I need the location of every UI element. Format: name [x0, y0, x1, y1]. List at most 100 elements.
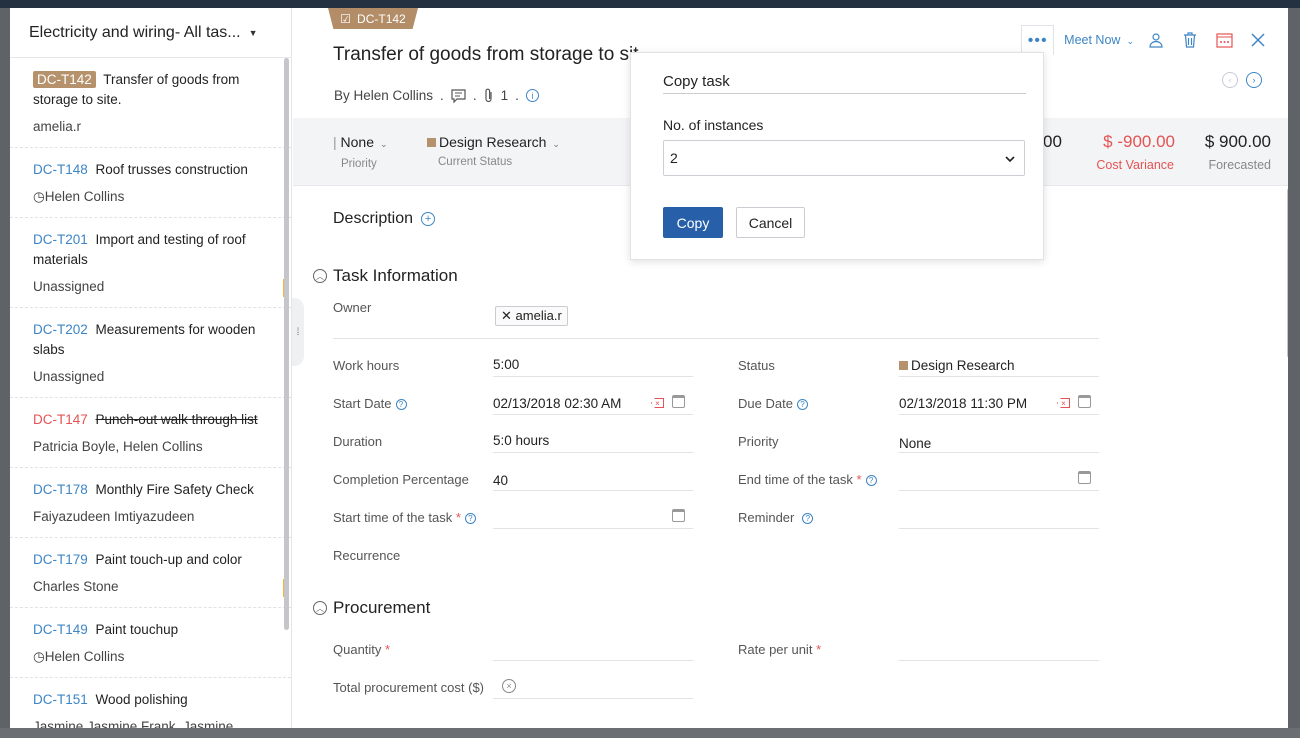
info-icon[interactable]: i: [525, 89, 539, 102]
completion-field[interactable]: 40: [493, 473, 508, 488]
remove-owner-icon[interactable]: ✕: [501, 308, 512, 323]
attachment-icon[interactable]: [484, 88, 494, 103]
calendar-icon[interactable]: [1078, 471, 1091, 484]
task-list-item[interactable]: DC-T148 Roof trusses construction ◷Helen…: [10, 148, 291, 218]
separator: .: [515, 88, 519, 103]
clear-date-icon[interactable]: ×: [651, 398, 664, 408]
created-by: By Helen Collins: [334, 88, 434, 103]
status-swatch: [899, 361, 908, 370]
forecasted-value: $ 900.00: [1204, 132, 1271, 151]
task-id-tag-label: DC-T142: [357, 11, 406, 26]
rate-label: Rate per unit *: [738, 642, 822, 657]
more-options-button[interactable]: •••: [1021, 25, 1055, 55]
calendar-icon[interactable]: [672, 509, 685, 522]
task-title: Wood polishing: [95, 692, 188, 707]
copy-button[interactable]: Copy: [663, 207, 723, 238]
copy-task-dialog: Copy task No. of instances 2 Copy Cancel: [630, 52, 1044, 260]
next-task-icon[interactable]: ›: [1246, 72, 1262, 88]
list-scrollbar[interactable]: [284, 58, 289, 630]
task-list-item[interactable]: DC-T151 Wood polishing Jasmine Jasmine F…: [10, 678, 291, 728]
completion-label: Completion Percentage: [333, 472, 469, 487]
rate-label-text: Rate per unit: [738, 642, 813, 657]
work-hours-label: Work hours: [333, 358, 400, 373]
task-information-title: Task Information: [333, 266, 458, 285]
task-list-item[interactable]: DC-T179 Paint touch-up and color Charles…: [10, 538, 291, 608]
task-navigation: ‹ ›: [1222, 72, 1262, 88]
calendar-icon[interactable]: [1078, 395, 1091, 408]
task-title: Paint touch-up and color: [95, 552, 242, 567]
instances-select[interactable]: 2: [663, 140, 1025, 176]
start-date-label-text: Start Date: [333, 396, 392, 411]
close-icon[interactable]: [1246, 28, 1270, 52]
help-icon[interactable]: ?: [865, 475, 877, 487]
task-assignee: Helen Collins: [44, 649, 125, 664]
help-icon[interactable]: ?: [464, 513, 476, 525]
procurement-header[interactable]: ︿ Procurement: [313, 598, 430, 618]
status-dropdown[interactable]: Design Research ⌄: [427, 134, 560, 150]
quantity-label: Quantity *: [333, 642, 391, 657]
task-assignee: Charles Stone: [33, 579, 119, 594]
add-description-icon[interactable]: +: [421, 212, 436, 226]
task-id: DC-T142: [33, 71, 96, 88]
start-date-field[interactable]: 02/13/2018 02:30 AM: [493, 396, 621, 411]
total-cost-label: Total procurement cost ($): [333, 680, 485, 695]
help-icon[interactable]: ?: [796, 399, 808, 411]
collapse-icon[interactable]: ︿: [313, 601, 327, 615]
end-time-label-text: End time of the task: [738, 472, 853, 487]
meet-now-label: Meet Now: [1064, 33, 1121, 47]
task-list-item[interactable]: DC-T202 Measurements for wooden slabs Un…: [10, 308, 291, 398]
task-list-item[interactable]: DC-T149 Paint touchup ◷Helen Collins: [10, 608, 291, 678]
meet-now-button[interactable]: Meet Now ⌄: [1064, 33, 1134, 47]
procurement-title: Procurement: [333, 598, 431, 617]
comment-icon[interactable]: [451, 88, 466, 103]
previous-task-icon[interactable]: ‹: [1222, 72, 1238, 88]
start-time-label-text: Start time of the task: [333, 510, 453, 525]
duration-label: Duration: [333, 434, 383, 449]
task-list-item[interactable]: DC-T147 Punch-out walk through list Patr…: [10, 398, 291, 468]
task-list-item[interactable]: DC-T178 Monthly Fire Safety Check Faiyaz…: [10, 468, 291, 538]
start-date-label: Start Date?: [333, 396, 407, 411]
calendar-icon[interactable]: [672, 395, 685, 408]
list-filter-dropdown[interactable]: Electricity and wiring- All tas... ▼: [10, 8, 291, 58]
clear-date-icon[interactable]: ×: [1057, 398, 1070, 408]
duration-field[interactable]: 5:0 hours: [493, 433, 549, 448]
user-icon[interactable]: [1144, 28, 1168, 52]
field-underline: [493, 414, 693, 415]
end-time-label: End time of the task *?: [738, 472, 877, 487]
status-label: Current Status: [438, 156, 513, 168]
partial-value: 00: [1043, 132, 1062, 151]
task-list-item[interactable]: DC-T142 Transfer of goods from storage t…: [10, 58, 291, 148]
help-icon[interactable]: ?: [802, 513, 814, 525]
cost-variance-value: $ -900.00: [1103, 132, 1175, 151]
task-assignee: Faiyazudeen Imtiyazudeen: [33, 509, 195, 524]
help-icon[interactable]: ?: [395, 399, 407, 411]
field-underline: [899, 414, 1099, 415]
task-title: Roof trusses construction: [95, 162, 248, 177]
work-hours-field[interactable]: 5:00: [493, 357, 519, 372]
dialog-divider: [663, 93, 1026, 94]
task-id: DC-T178: [33, 482, 88, 497]
detail-scrollbar[interactable]: [1287, 188, 1288, 358]
task-id: DC-T179: [33, 552, 88, 567]
status-value: Design Research: [439, 134, 547, 150]
collapse-icon[interactable]: ︿: [313, 269, 327, 283]
separator: .: [472, 88, 477, 103]
priority-field[interactable]: None: [899, 436, 931, 451]
task-information-header[interactable]: ︿ Task Information: [313, 266, 458, 286]
task-assignee: amelia.r: [33, 119, 82, 134]
trash-icon[interactable]: [1178, 28, 1202, 52]
due-date-field[interactable]: 02/13/2018 11:30 PM: [899, 396, 1027, 411]
calendar-chat-icon[interactable]: [1212, 28, 1236, 52]
task-title: Monthly Fire Safety Check: [95, 482, 254, 497]
status-field[interactable]: Design Research: [899, 358, 1015, 373]
task-assignee: Patricia Boyle, Helen Collins: [33, 439, 203, 454]
cancel-button[interactable]: Cancel: [736, 207, 805, 238]
task-assignee: Unassigned: [33, 369, 105, 384]
owner-chip[interactable]: ✕ amelia.r: [495, 306, 568, 326]
task-id: DC-T147: [33, 412, 88, 427]
priority-dropdown[interactable]: | None ⌄: [333, 134, 388, 150]
reminder-label: Reminder?: [738, 510, 814, 525]
attachment-count: 1: [500, 88, 509, 103]
cost-variance-label: Cost Variance: [1096, 158, 1174, 172]
task-list-item[interactable]: DC-T201 Import and testing of roof mater…: [10, 218, 291, 308]
